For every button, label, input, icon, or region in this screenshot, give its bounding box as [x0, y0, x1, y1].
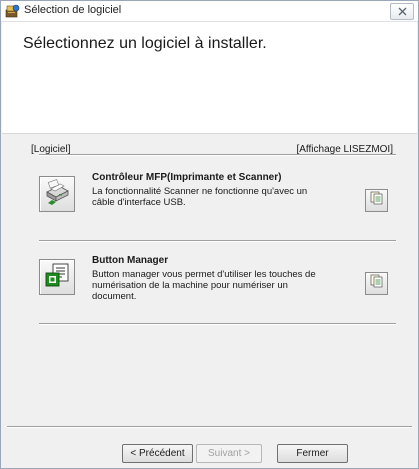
close-window-button[interactable] [390, 3, 414, 20]
button-manager-description: Button manager vous permet d'utiliser le… [92, 269, 316, 302]
close-icon [398, 3, 407, 21]
list-item-button-manager: Button Manager Button manager vous perme… [39, 251, 396, 323]
button-manager-readme-button[interactable] [365, 272, 388, 295]
button-manager-icon [44, 262, 70, 293]
title-bar[interactable]: Sélection de logiciel [1, 1, 418, 22]
mfp-driver-title: Contrôleur MFP(Imprimante et Scanner) [92, 172, 282, 183]
separator [39, 323, 396, 325]
readme-document-icon [370, 191, 383, 210]
installer-icon [5, 4, 20, 18]
separator [39, 154, 396, 156]
install-button-manager-button[interactable] [39, 259, 75, 295]
separator [39, 240, 396, 242]
next-button[interactable]: Suivant > [196, 444, 262, 463]
close-button[interactable]: Fermer [277, 444, 348, 463]
back-button[interactable]: < Précédent [122, 444, 193, 463]
page-heading: Sélectionnez un logiciel à installer. [23, 35, 267, 52]
list-item-mfp-driver: Contrôleur MFP(Imprimante et Scanner) La… [39, 168, 396, 240]
printer-scanner-icon [43, 178, 71, 211]
readme-document-icon [370, 274, 383, 293]
mfp-driver-readme-button[interactable] [365, 189, 388, 212]
installer-window: Sélection de logiciel Sélectionnez un lo… [0, 0, 419, 469]
install-mfp-driver-button[interactable] [39, 176, 75, 212]
window-title: Sélection de logiciel [24, 4, 122, 16]
button-manager-title: Button Manager [92, 255, 169, 266]
mfp-driver-description: La fonctionnalité Scanner ne fonctionne … [92, 186, 308, 208]
footer-separator [7, 426, 412, 428]
